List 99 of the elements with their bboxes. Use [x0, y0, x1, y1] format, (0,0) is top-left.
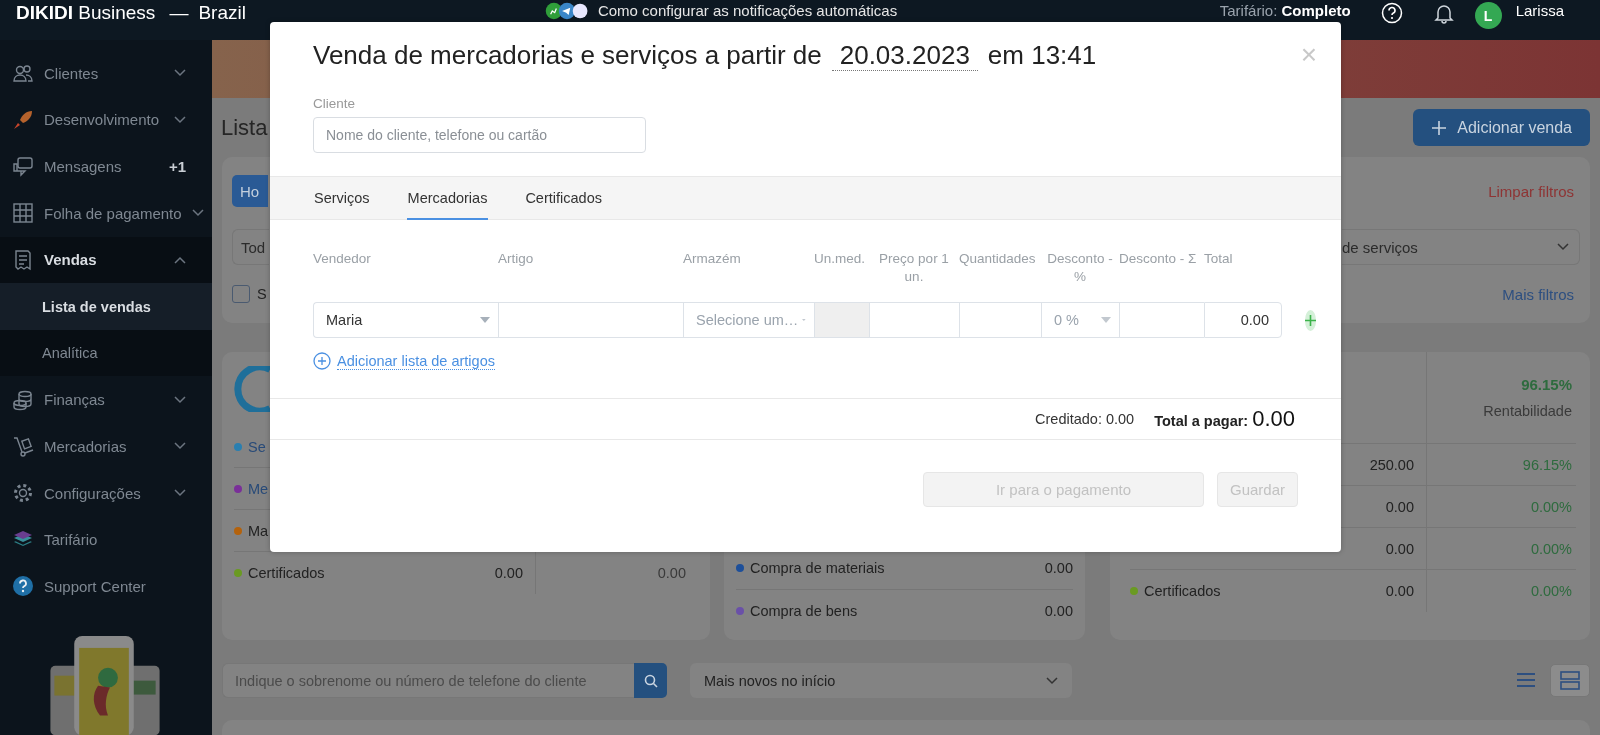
rocket-icon: [12, 108, 34, 131]
sidebar-item[interactable]: Finanças: [0, 376, 212, 424]
percent-text: 0.00%: [1530, 498, 1572, 515]
sidebar-item[interactable]: Mercadorias: [0, 423, 212, 470]
amount-text: 0.00: [1385, 583, 1414, 599]
count-text: +1: [168, 158, 186, 176]
gear-icon: [12, 482, 34, 505]
input-field[interactable]: [959, 302, 1041, 338]
sidebar-item[interactable]: Tarifário: [0, 516, 212, 564]
category-label: Ma: [248, 522, 269, 539]
chevron-down-icon: [1046, 676, 1058, 685]
hand-truck-icon: [12, 435, 34, 458]
profit-percent: 96.15%: [1521, 376, 1572, 393]
column-header: Vendedor: [313, 250, 371, 266]
caret-icon: [480, 317, 490, 323]
input-field[interactable]: [869, 302, 959, 338]
amount-text: 0.00: [1044, 603, 1073, 619]
profit-label: Rentabilidade: [1483, 403, 1572, 419]
sidebar-subitem[interactable]: Analítica: [0, 329, 212, 377]
add-list-link[interactable]: Adicionar lista de artigos: [337, 352, 495, 370]
sidebar-subitem[interactable]: Lista de vendas: [0, 283, 212, 330]
page-title: Lista: [221, 114, 268, 141]
total-field: 0.00: [1204, 302, 1282, 338]
amount-text: 0.00: [494, 565, 523, 581]
checkbox[interactable]: [232, 285, 250, 303]
plus-icon: [1431, 119, 1448, 136]
category-label: Compra de bens: [750, 603, 858, 619]
table-icon: [12, 202, 34, 225]
filter-select[interactable]: Tod: [232, 229, 269, 265]
filter-select[interactable]: de serviços: [1342, 229, 1580, 265]
add-row-button[interactable]: [1305, 309, 1316, 331]
category-label: Compra de materiais: [750, 560, 885, 576]
cards-icon: [1559, 670, 1581, 691]
total-amount: 0.00: [1252, 406, 1295, 431]
column-header: Artigo: [498, 250, 534, 266]
checkbox-label: S: [257, 286, 267, 302]
period-button[interactable]: Ho: [232, 175, 268, 207]
help-icon[interactable]: [1380, 2, 1403, 24]
total-label: Total a pagar:: [1154, 413, 1249, 429]
field-label: Cliente: [313, 96, 357, 111]
percent-text: 0.00%: [1530, 540, 1572, 557]
add-sale-button[interactable]: Adicionar venda: [1413, 109, 1590, 146]
sidebar-item[interactable]: Vendas: [0, 236, 212, 284]
column-header: Total: [1204, 250, 1233, 266]
amount-text: 0.00: [657, 565, 686, 581]
column-header: Desconto - %: [1047, 250, 1113, 284]
select-field[interactable]: Maria: [313, 302, 498, 338]
category-label: Certificados: [248, 565, 325, 581]
sidebar-item[interactable]: Configurações: [0, 469, 212, 517]
sidebar-item[interactable]: Folha de pagamento: [0, 189, 212, 237]
search-icon: [643, 673, 658, 688]
date-field[interactable]: 20.03.2023: [831, 40, 978, 71]
people-icon: [12, 62, 34, 85]
bell-icon[interactable]: [1432, 2, 1455, 24]
column-header: Desconto - Σ: [1119, 250, 1197, 266]
receipt-icon: [12, 248, 34, 271]
client-field[interactable]: Nome do cliente, telefone ou cartão: [313, 117, 646, 153]
chevron-down-icon: [1557, 243, 1569, 251]
region-name: Brazil: [198, 2, 246, 24]
ring-drawing: [234, 366, 270, 412]
notice-link[interactable]: Como configurar as notificações automáticas: [597, 2, 898, 20]
percent-text: 0.00%: [1530, 583, 1572, 599]
amount-text: 0.00: [1385, 540, 1414, 557]
input-field[interactable]: [1119, 302, 1204, 338]
messenger-icons: [543, 2, 590, 20]
plus-circle-icon[interactable]: [313, 352, 331, 370]
sidebar-item[interactable]: Support Center: [0, 563, 212, 610]
chat-icon: [12, 155, 34, 178]
sidebar-item[interactable]: Clientes: [0, 50, 212, 97]
user-name[interactable]: Larissa: [1515, 2, 1564, 20]
dialog-title: Venda de mercadorias e serviços a partir de: [313, 40, 822, 71]
column-header: Un.med.: [814, 250, 866, 266]
sidebar-item[interactable]: Desenvolvimento: [0, 96, 212, 144]
tab[interactable]: Certificados: [524, 177, 603, 220]
time-text: em 13:41: [987, 40, 1097, 71]
tab[interactable]: Mercadorias: [406, 177, 489, 220]
unit-field: [814, 302, 869, 338]
category-label: Certificados: [1144, 583, 1221, 599]
card-view-button[interactable]: [1550, 664, 1590, 697]
amount-text: 0.00: [1044, 560, 1073, 576]
plan-label: Tarifário: Completo: [1219, 2, 1351, 20]
sidebar-item[interactable]: Mensagens +1: [0, 143, 212, 190]
separator-text: —: [169, 2, 189, 24]
column-header: Quantidades: [959, 250, 1036, 266]
sort-select[interactable]: Mais novos no início: [690, 663, 1072, 698]
tab[interactable]: Serviços: [313, 177, 371, 220]
column-header: Armazém: [683, 250, 741, 266]
column-header: Preço por 1 un.: [879, 250, 949, 284]
amount-text: 0.00: [1385, 498, 1414, 515]
brand-logo[interactable]: DIKIDI Business: [16, 2, 156, 24]
credited-text: Creditado: 0.00: [1035, 411, 1135, 427]
amount-text: 250.00: [1369, 456, 1414, 473]
coins-icon: [12, 388, 34, 411]
user-avatar[interactable]: L: [1474, 2, 1502, 29]
percent-text: 96.15%: [1522, 456, 1572, 473]
search-button[interactable]: [634, 663, 667, 698]
help-icon: [12, 575, 34, 598]
caret-icon: [1101, 317, 1111, 323]
input-field[interactable]: [498, 302, 683, 338]
